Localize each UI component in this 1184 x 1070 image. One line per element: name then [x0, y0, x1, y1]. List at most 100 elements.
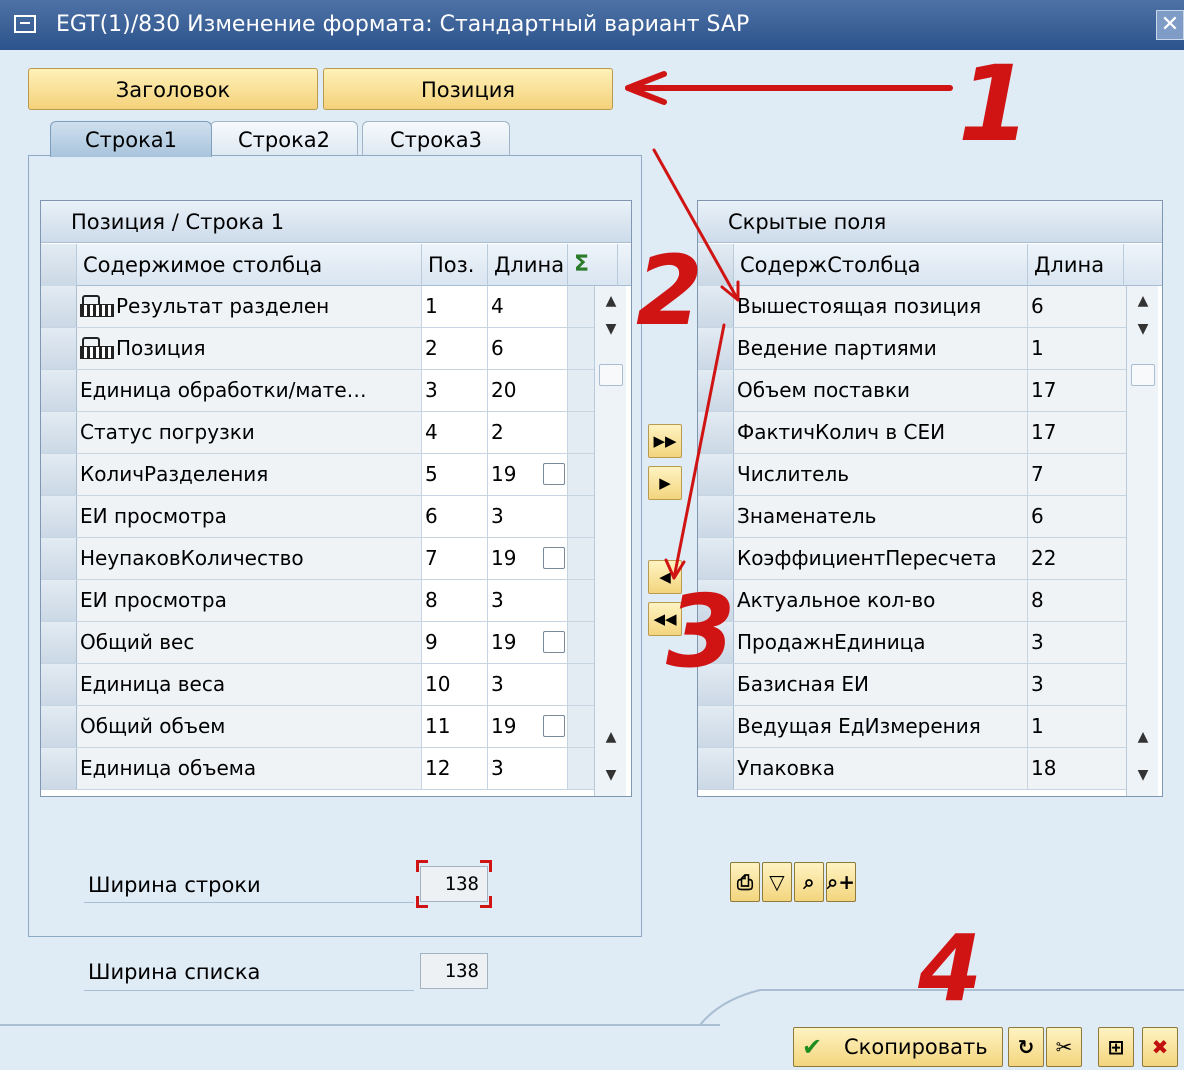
- pos-field[interactable]: 5: [422, 454, 488, 495]
- table-row[interactable]: Ведущая ЕдИзмерения 1: [698, 706, 1126, 748]
- scroll-page-up-icon[interactable]: ▲: [595, 722, 627, 752]
- table-row[interactable]: Единица веса 10 3: [41, 664, 594, 706]
- find-icon[interactable]: ⌕: [794, 862, 824, 902]
- scroll-page-up-icon[interactable]: ▲: [1127, 722, 1159, 752]
- sum-checkbox[interactable]: [543, 715, 565, 737]
- scroll-page-down-icon[interactable]: ▼: [1127, 760, 1159, 790]
- scroll-down-icon[interactable]: ▼: [595, 314, 627, 344]
- column-header-content[interactable]: Содержимое столбца: [77, 244, 422, 286]
- scroll-up-icon[interactable]: ▲: [595, 286, 627, 316]
- print-icon[interactable]: ⎙: [730, 862, 760, 902]
- table-row[interactable]: Актуальное кол-во 8: [698, 580, 1126, 622]
- sum-checkbox[interactable]: [543, 631, 565, 653]
- table-row[interactable]: КоличРазделения 5 19: [41, 454, 594, 496]
- table-row[interactable]: Единица обработки/мате… 3 20: [41, 370, 594, 412]
- pos-field[interactable]: 10: [422, 664, 488, 705]
- row-selector[interactable]: [698, 664, 734, 705]
- row-selector[interactable]: [41, 286, 77, 327]
- length-field[interactable]: 3: [488, 580, 568, 621]
- table-row[interactable]: Позиция 2 6: [41, 328, 594, 370]
- cancel-icon[interactable]: ✖: [1142, 1027, 1178, 1067]
- row-selector[interactable]: [698, 454, 734, 495]
- find-next-icon[interactable]: ⌕+: [826, 862, 856, 902]
- item-button[interactable]: Позиция: [323, 68, 613, 110]
- row-selector[interactable]: [698, 328, 734, 369]
- select-all-cell[interactable]: [698, 244, 734, 286]
- row-selector[interactable]: [41, 748, 77, 789]
- scroll-page-down-icon[interactable]: ▼: [595, 760, 627, 790]
- sum-checkbox[interactable]: [543, 463, 565, 485]
- scroll-thumb[interactable]: [1131, 364, 1155, 386]
- table-row[interactable]: НеупаковКоличество 7 19: [41, 538, 594, 580]
- copy-button[interactable]: ✔ Скопировать: [793, 1027, 1003, 1067]
- layout-icon[interactable]: ⊞: [1098, 1027, 1134, 1067]
- tab-row1[interactable]: Строка1: [50, 121, 212, 157]
- table-row[interactable]: ЕИ просмотра 8 3: [41, 580, 594, 622]
- column-header-length[interactable]: Длина: [488, 244, 568, 286]
- column-header-length[interactable]: Длина: [1028, 244, 1124, 286]
- select-all-cell[interactable]: [41, 244, 77, 286]
- length-field[interactable]: 6: [488, 328, 568, 369]
- row-selector[interactable]: [41, 622, 77, 663]
- row-selector[interactable]: [698, 580, 734, 621]
- row-selector[interactable]: [698, 412, 734, 453]
- row-selector[interactable]: [41, 328, 77, 369]
- move-right-button[interactable]: ▶: [648, 466, 682, 500]
- table-row[interactable]: Общий вес 9 19: [41, 622, 594, 664]
- column-header-content[interactable]: СодержСтолбца: [734, 244, 1028, 286]
- table-row[interactable]: Объем поставки 17: [698, 370, 1126, 412]
- scroll-up-icon[interactable]: ▲: [1127, 286, 1159, 316]
- move-all-right-button[interactable]: ▶▶: [648, 424, 682, 458]
- row-selector[interactable]: [698, 286, 734, 327]
- pos-field[interactable]: 4: [422, 412, 488, 453]
- length-field[interactable]: 3: [488, 748, 568, 789]
- tab-row2[interactable]: Строка2: [210, 121, 358, 157]
- row-selector[interactable]: [41, 538, 77, 579]
- table-row[interactable]: Результат разделен 1 4: [41, 286, 594, 328]
- length-field[interactable]: 2: [488, 412, 568, 453]
- row-selector[interactable]: [41, 454, 77, 495]
- left-table-scrollbar[interactable]: ▲ ▼ ▲ ▼: [594, 286, 627, 796]
- length-field[interactable]: 4: [488, 286, 568, 327]
- pos-field[interactable]: 7: [422, 538, 488, 579]
- scroll-down-icon[interactable]: ▼: [1127, 314, 1159, 344]
- pos-field[interactable]: 12: [422, 748, 488, 789]
- row-selector[interactable]: [41, 706, 77, 747]
- length-field[interactable]: 3: [488, 664, 568, 705]
- row-selector[interactable]: [698, 706, 734, 747]
- pos-field[interactable]: 9: [422, 622, 488, 663]
- table-row[interactable]: Ведение партиями 1: [698, 328, 1126, 370]
- header-button[interactable]: Заголовок: [28, 68, 318, 110]
- pos-field[interactable]: 2: [422, 328, 488, 369]
- filter-icon[interactable]: ▽: [762, 862, 792, 902]
- cut-icon[interactable]: ✂: [1046, 1027, 1082, 1067]
- scroll-thumb[interactable]: [599, 364, 623, 386]
- right-table-scrollbar[interactable]: ▲ ▼ ▲ ▼: [1126, 286, 1159, 796]
- row-selector[interactable]: [698, 538, 734, 579]
- table-row[interactable]: Статус погрузки 4 2: [41, 412, 594, 454]
- move-all-left-button[interactable]: ◀◀: [648, 602, 682, 636]
- table-row[interactable]: Знаменатель 6: [698, 496, 1126, 538]
- length-field[interactable]: 20: [488, 370, 568, 411]
- sum-icon[interactable]: Σ: [568, 244, 618, 286]
- refresh-icon[interactable]: ↻: [1008, 1027, 1044, 1067]
- row-selector[interactable]: [698, 622, 734, 663]
- row-selector[interactable]: [41, 580, 77, 621]
- move-left-button[interactable]: ◀: [648, 560, 682, 594]
- table-row[interactable]: ПродажнЕдиница 3: [698, 622, 1126, 664]
- table-row[interactable]: Вышестоящая позиция 6: [698, 286, 1126, 328]
- table-row[interactable]: Упаковка 18: [698, 748, 1126, 790]
- row-selector[interactable]: [698, 748, 734, 789]
- tab-row3[interactable]: Строка3: [362, 121, 510, 157]
- pos-field[interactable]: 3: [422, 370, 488, 411]
- column-header-pos[interactable]: Поз.: [422, 244, 488, 286]
- table-row[interactable]: Общий объем 11 19: [41, 706, 594, 748]
- row-selector[interactable]: [698, 496, 734, 537]
- close-button[interactable]: ✕: [1156, 10, 1184, 40]
- pos-field[interactable]: 8: [422, 580, 488, 621]
- table-row[interactable]: ФактичКолич в СЕИ 17: [698, 412, 1126, 454]
- pos-field[interactable]: 6: [422, 496, 488, 537]
- sum-checkbox[interactable]: [543, 547, 565, 569]
- pos-field[interactable]: 11: [422, 706, 488, 747]
- row-selector[interactable]: [41, 412, 77, 453]
